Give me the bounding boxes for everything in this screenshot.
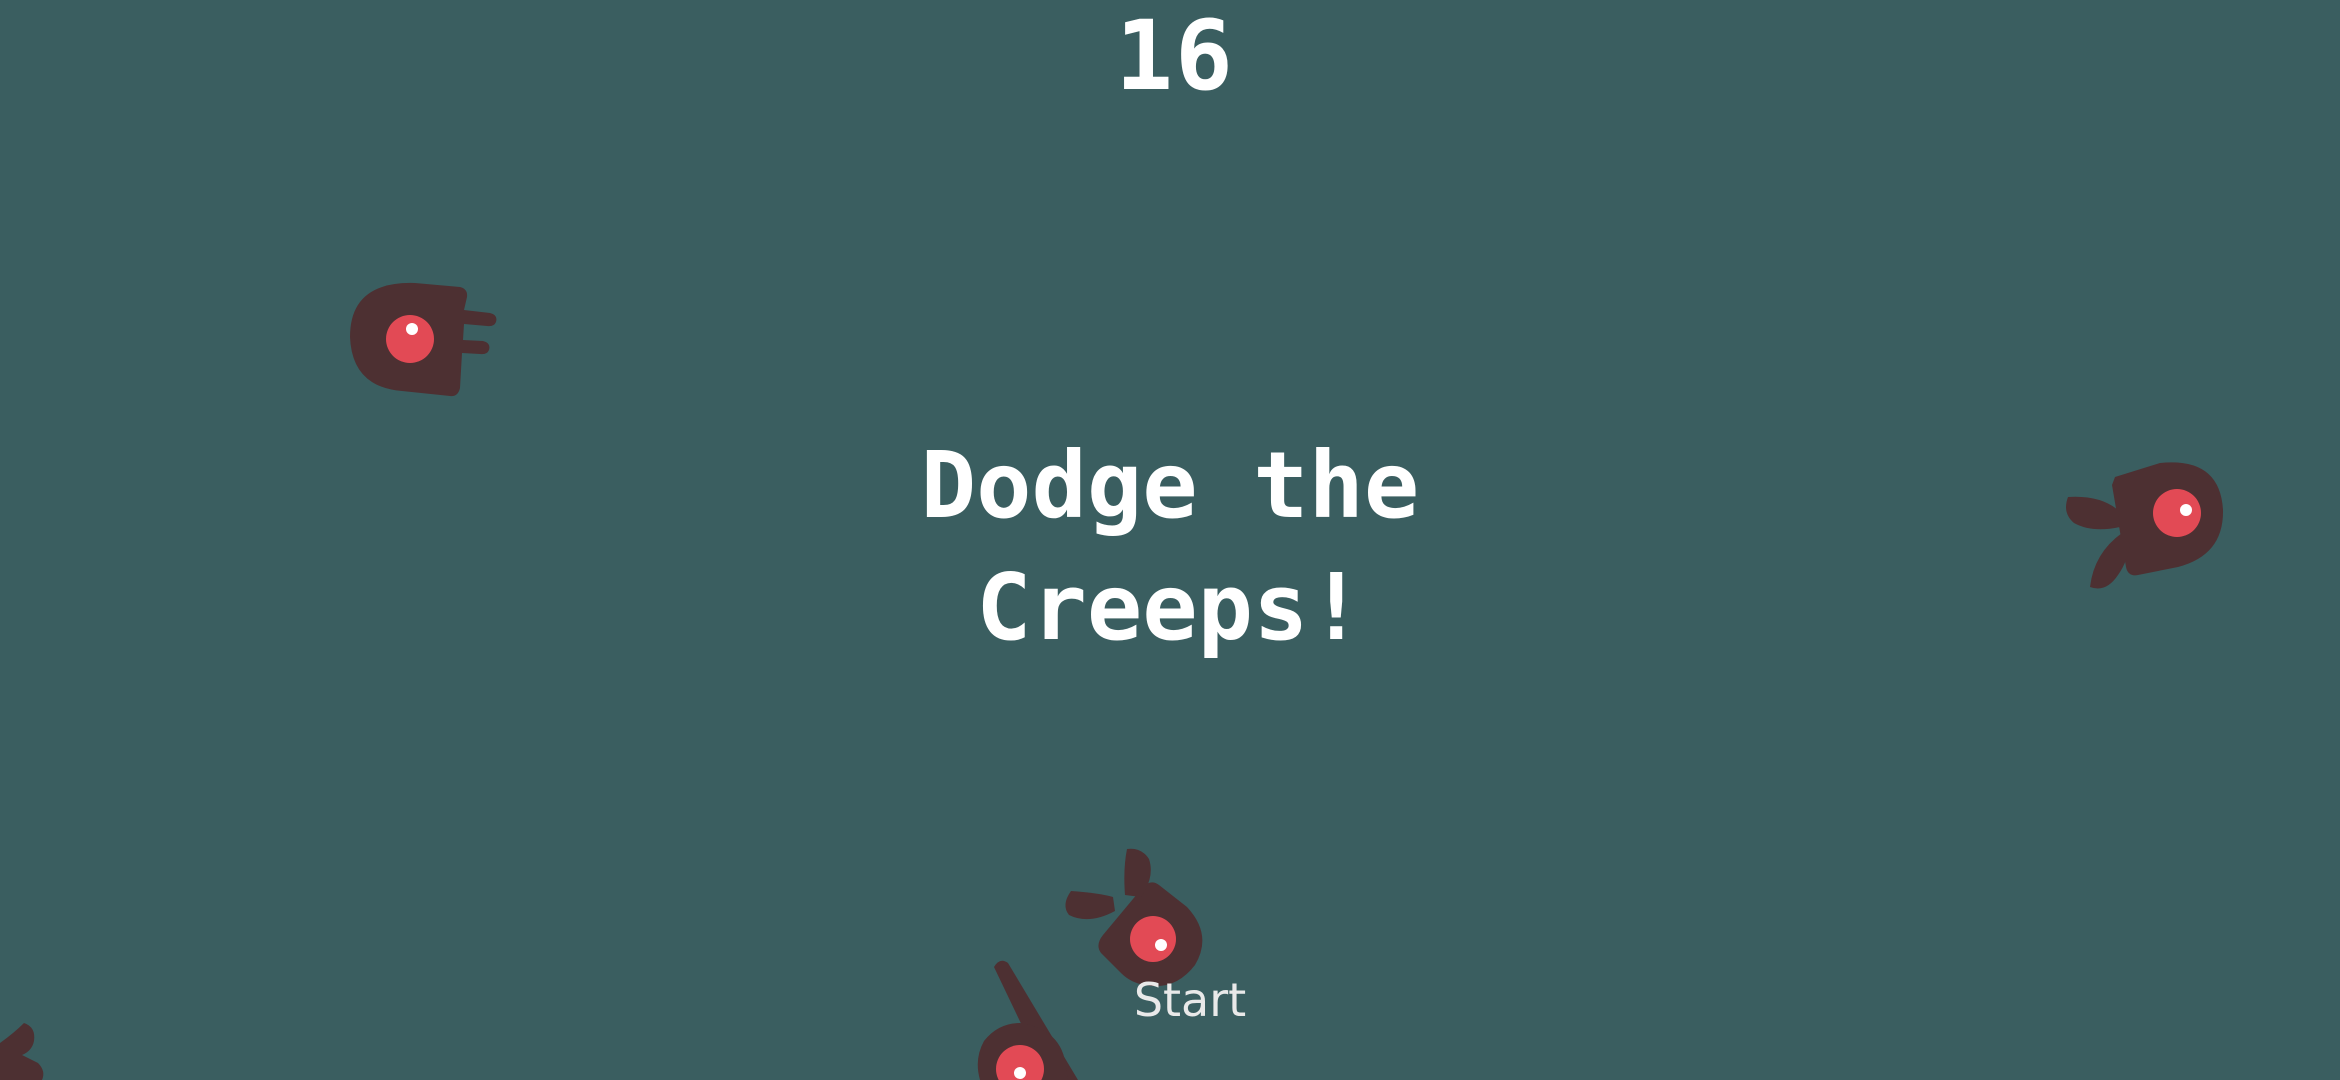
game-canvas: 16 Dodge the Creeps! Start xyxy=(0,0,2340,1080)
score-label: 16 xyxy=(1115,0,1235,112)
title-message: Dodge the Creeps! xyxy=(920,432,1420,661)
creep-eye xyxy=(1130,916,1176,962)
creep-pupil xyxy=(2180,504,2192,516)
start-button[interactable]: Start xyxy=(1120,972,1260,1028)
creep-pupil xyxy=(406,323,418,335)
creep-right xyxy=(2066,462,2224,589)
creep-eye xyxy=(2153,489,2201,537)
creep-bottom-lower xyxy=(977,960,1078,1080)
creep-top-left xyxy=(350,282,497,397)
creep-pupil xyxy=(1014,1067,1026,1079)
creep-body xyxy=(2066,462,2224,589)
creep-bottom-left-edge xyxy=(0,1023,44,1080)
creep-pupil xyxy=(1155,939,1167,951)
creep-eye xyxy=(386,315,434,363)
creep-body xyxy=(0,1023,44,1080)
